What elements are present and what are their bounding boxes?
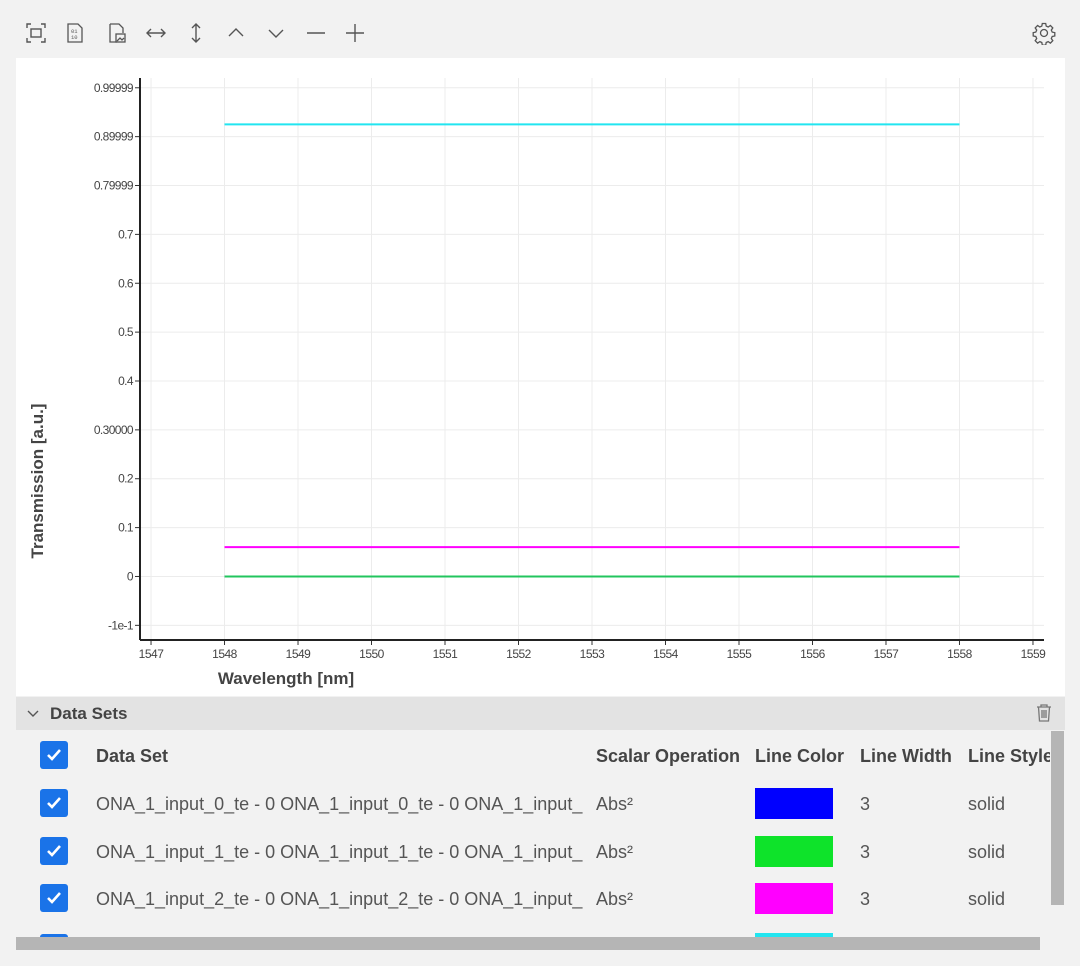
datasets-table: Data Set Scalar Operation Line Color Lin… — [16, 730, 1050, 940]
vertical-scrollbar-thumb[interactable] — [1051, 731, 1064, 905]
datasets-title: Data Sets — [50, 704, 128, 723]
line-width-value[interactable]: 3 — [860, 794, 870, 815]
line-color-swatch[interactable] — [755, 883, 833, 914]
horizontal-scrollbar-thumb[interactable] — [16, 937, 1040, 950]
zoom-x-icon[interactable] — [142, 19, 170, 47]
y-tick-label: 0.2 — [118, 472, 134, 486]
plot-toolbar: 01 10 — [0, 0, 1080, 60]
select-all-checkbox[interactable] — [40, 741, 68, 769]
scalar-operation[interactable]: Abs² — [596, 794, 633, 815]
settings-icon[interactable] — [1030, 19, 1058, 47]
y-tick-label: 0.4 — [118, 374, 134, 388]
datasets-panel-header[interactable]: Data Sets — [16, 697, 1065, 730]
x-tick-label: 1547 — [139, 647, 165, 661]
line-width-value[interactable]: 3 — [860, 889, 870, 910]
table-row[interactable]: ONA_1_input_1_te - 0 ONA_1_input_1_te - … — [16, 831, 1050, 877]
y-axis-label: Transmission [a.u.] — [28, 404, 47, 559]
x-tick-label: 1554 — [653, 647, 679, 661]
move-down-icon[interactable] — [262, 19, 290, 47]
y-tick-label: 0.5 — [118, 325, 134, 339]
y-tick-label: 0.89999 — [94, 130, 134, 144]
y-tick-label: 0.30000 — [94, 423, 134, 437]
dataset-name: ONA_1_input_1_te - 0 ONA_1_input_1_te - … — [96, 842, 583, 862]
y-tick-label: 0 — [127, 569, 134, 583]
x-tick-label: 1552 — [506, 647, 532, 661]
column-header-style[interactable]: Line Style — [968, 746, 1050, 767]
x-tick-label: 1550 — [359, 647, 385, 661]
table-row[interactable]: ONA_1_input_2_te - 0 ONA_1_input_2_te - … — [16, 878, 1050, 924]
row-checkbox[interactable] — [40, 789, 68, 817]
line-chart[interactable]: 1547 1548 1549 1550 1551 1552 1553 1554 1555 1556… — [16, 58, 1065, 696]
row-checkbox[interactable] — [40, 884, 68, 912]
fit-view-icon[interactable] — [22, 19, 50, 47]
plot-area[interactable]: 1547 1548 1549 1550 1551 1552 1553 1554 1555 1556… — [16, 58, 1065, 696]
dataset-name: ONA_1_input_2_te - 0 ONA_1_input_2_te - … — [96, 889, 583, 909]
chevron-down-icon[interactable] — [26, 706, 40, 725]
x-tick-label: 1553 — [580, 647, 606, 661]
x-tick-label: 1551 — [433, 647, 459, 661]
x-tick-label: 1559 — [1021, 647, 1047, 661]
x-tick-label: 1556 — [800, 647, 826, 661]
y-tick-label: 0.6 — [118, 276, 134, 290]
column-header-width[interactable]: Line Width — [860, 746, 952, 767]
x-tick-label: 1555 — [727, 647, 753, 661]
dataset-name: ONA_1_input_0_te - 0 ONA_1_input_0_te - … — [96, 794, 583, 814]
zoom-out-icon[interactable] — [302, 19, 330, 47]
x-tick-label: 1557 — [874, 647, 900, 661]
y-tick-label: -1e-1 — [108, 618, 134, 632]
line-color-swatch[interactable] — [755, 836, 833, 867]
scalar-operation[interactable]: Abs² — [596, 842, 633, 863]
zoom-y-icon[interactable] — [182, 19, 210, 47]
move-up-icon[interactable] — [222, 19, 250, 47]
column-header-dataset[interactable]: Data Set — [96, 746, 168, 767]
column-header-color[interactable]: Line Color — [755, 746, 844, 767]
column-header-operation[interactable]: Scalar Operation — [596, 746, 740, 767]
svg-text:10: 10 — [71, 34, 78, 41]
y-tick-label: 0.79999 — [94, 179, 134, 193]
line-color-swatch[interactable] — [755, 788, 833, 819]
x-axis-label: Wavelength [nm] — [218, 669, 354, 688]
export-image-icon[interactable] — [103, 19, 131, 47]
y-tick-label: 0.7 — [118, 227, 134, 241]
x-tick-label: 1548 — [212, 647, 238, 661]
row-checkbox[interactable] — [40, 837, 68, 865]
x-tick-label: 1558 — [947, 647, 973, 661]
zoom-in-icon[interactable] — [341, 19, 369, 47]
line-style-value[interactable]: solid — [968, 794, 1005, 815]
export-data-icon[interactable]: 01 10 — [61, 19, 89, 47]
trash-icon[interactable] — [1035, 703, 1053, 728]
line-width-value[interactable]: 3 — [860, 842, 870, 863]
line-style-value[interactable]: solid — [968, 842, 1005, 863]
y-tick-label: 0.1 — [118, 521, 134, 535]
table-row[interactable]: ONA_1_input_0_te - 0 ONA_1_input_0_te - … — [16, 783, 1050, 829]
x-tick-label: 1549 — [286, 647, 312, 661]
table-header-row: Data Set Scalar Operation Line Color Lin… — [16, 736, 1050, 782]
line-style-value[interactable]: solid — [968, 889, 1005, 910]
scalar-operation[interactable]: Abs² — [596, 889, 633, 910]
y-tick-label: 0.99999 — [94, 81, 134, 95]
